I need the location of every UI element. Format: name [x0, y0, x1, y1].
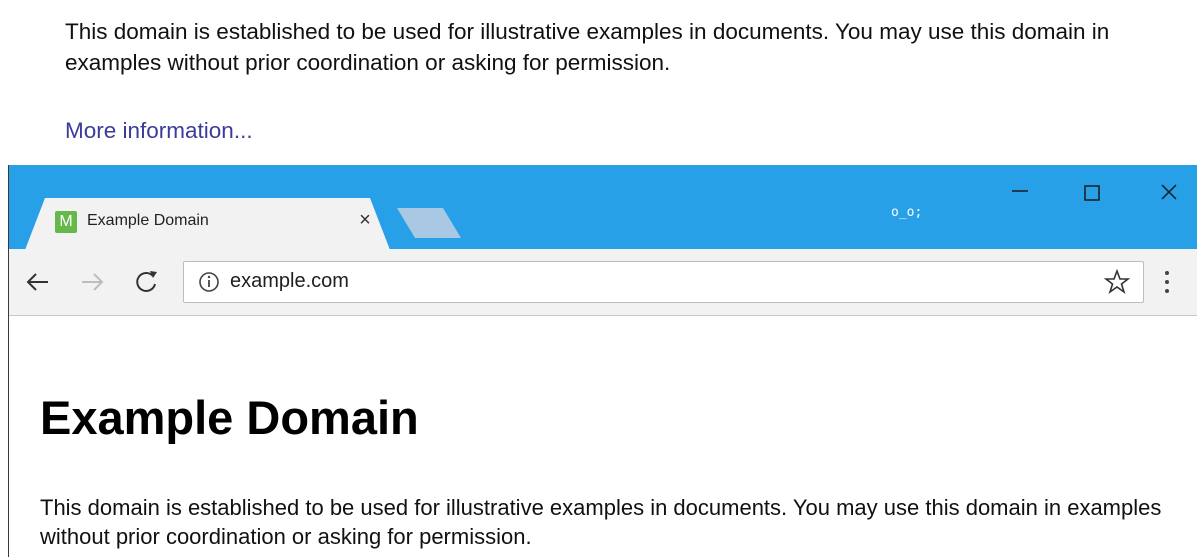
menu-icon[interactable] [1159, 267, 1175, 297]
back-arrow-icon [26, 273, 48, 291]
forward-arrow-icon [82, 273, 104, 291]
back-button[interactable] [23, 265, 53, 299]
more-information-link[interactable]: More information... [65, 118, 253, 144]
address-bar[interactable]: example.com [183, 261, 1144, 303]
forward-button[interactable] [77, 265, 107, 299]
tab-example-domain[interactable]: M Example Domain × [25, 198, 390, 250]
close-window-button[interactable] [1140, 169, 1197, 213]
tab-close-icon[interactable]: × [353, 208, 377, 232]
background-page: This domain is established to be used fo… [0, 0, 1197, 165]
title-bar: M Example Domain × o_o; [9, 165, 1197, 250]
page-paragraph: This domain is established to be used fo… [40, 495, 1162, 549]
browser-window: M Example Domain × o_o; example.com Exam… [8, 165, 1197, 557]
favicon-icon: M [55, 211, 77, 233]
close-icon [1161, 184, 1177, 200]
minimize-button[interactable] [992, 169, 1052, 213]
new-tab-button[interactable] [397, 208, 461, 238]
toolbar: example.com [9, 249, 1197, 316]
info-icon[interactable] [198, 271, 220, 293]
url-text[interactable]: example.com [230, 270, 349, 293]
page-title: Example Domain [40, 391, 419, 444]
profile-button[interactable]: o_o; [891, 205, 922, 220]
tab-title: Example Domain [87, 212, 209, 229]
maximize-icon [1084, 185, 1100, 201]
bookmark-star-icon[interactable] [1104, 269, 1130, 295]
background-paragraph: This domain is established to be used fo… [65, 19, 1110, 75]
reload-button[interactable] [131, 265, 161, 299]
reload-icon [136, 271, 157, 292]
maximize-button[interactable] [1065, 169, 1125, 213]
minimize-icon [1012, 190, 1028, 192]
page-content: Example Domain This domain is establishe… [9, 316, 1197, 557]
